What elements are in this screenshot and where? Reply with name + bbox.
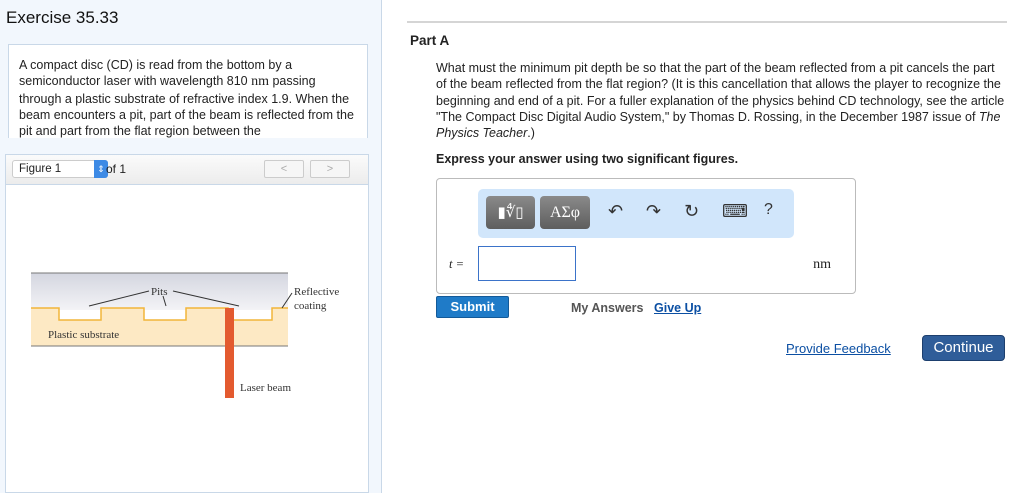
variable-label: t = (449, 257, 465, 271)
question-text: What must the minimum pit depth be so th… (436, 61, 1005, 141)
instruction: Express your answer using two significan… (436, 152, 739, 166)
figure-panel: Figure 1 ⇕ of 1 < > Pits Reflective coati… (5, 154, 369, 493)
give-up-link[interactable]: Give Up (654, 301, 701, 315)
unit-label: nm (813, 257, 831, 272)
figure-toolbar: Figure 1 ⇕ of 1 < > (6, 155, 368, 185)
figure-select[interactable]: Figure 1 ⇕ (12, 160, 108, 178)
label-laser: Laser beam (240, 382, 291, 394)
cd-diagram: Pits Reflective coating Plastic substrat… (31, 272, 339, 398)
next-figure-button[interactable]: > (310, 160, 350, 178)
answer-input[interactable] (478, 246, 576, 281)
redo-icon[interactable]: ↷ (646, 201, 661, 222)
left-panel: Exercise 35.33 A compact disc (CD) is re… (0, 0, 382, 493)
problem-intro[interactable]: A compact disc (CD) is read from the bot… (8, 44, 368, 138)
label-pits: Pits (151, 286, 168, 298)
submit-button[interactable]: Submit (436, 296, 509, 318)
math-toolbar: ▮∜▯ ΑΣφ ↶ ↷ ↻ ⌨ ? (478, 189, 794, 238)
prev-figure-button[interactable]: < (264, 160, 304, 178)
label-coating: coating (294, 300, 327, 312)
part-title: Part A (410, 33, 450, 48)
answer-box: ▮∜▯ ΑΣφ ↶ ↷ ↻ ⌨ ? t = nm (436, 178, 856, 294)
figure-count: of 1 (106, 162, 127, 176)
templates-button[interactable]: ▮∜▯ (486, 196, 535, 229)
exercise-title: Exercise 35.33 (6, 8, 119, 27)
help-icon[interactable]: ? (764, 201, 773, 219)
laser-beam (225, 308, 234, 398)
reset-icon[interactable]: ↻ (684, 201, 699, 222)
keyboard-icon[interactable]: ⌨ (722, 201, 748, 222)
undo-icon[interactable]: ↶ (608, 201, 623, 222)
greek-symbols-button[interactable]: ΑΣφ (540, 196, 590, 229)
my-answers-link[interactable]: My Answers (571, 301, 643, 315)
label-reflective: Reflective (294, 286, 339, 298)
provide-feedback-link[interactable]: Provide Feedback (786, 341, 891, 356)
continue-button[interactable]: Continue (922, 335, 1005, 361)
label-substrate: Plastic substrate (48, 329, 119, 341)
divider (407, 21, 1007, 23)
